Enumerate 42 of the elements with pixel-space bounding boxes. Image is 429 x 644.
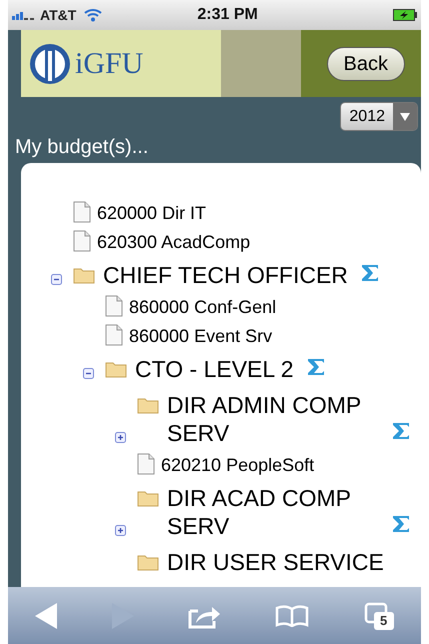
logo-text: iGFU bbox=[75, 46, 144, 82]
collapse-icon[interactable] bbox=[51, 274, 62, 285]
budget-item[interactable]: 620000 Dir IT bbox=[97, 201, 206, 226]
battery-icon bbox=[393, 9, 417, 21]
folder-label[interactable]: CTO - LEVEL 2 bbox=[135, 355, 294, 383]
section-heading: My budget(s)... bbox=[15, 135, 150, 160]
wifi-icon bbox=[84, 8, 102, 22]
expand-icon[interactable] bbox=[115, 525, 126, 536]
folder-label[interactable]: CHIEF TECH OFFICER bbox=[103, 261, 348, 289]
year-select[interactable]: 2012 bbox=[340, 102, 418, 131]
signal-icon bbox=[12, 10, 36, 20]
folder-icon bbox=[73, 266, 95, 284]
document-icon bbox=[105, 295, 123, 317]
clock-time: 2:31 PM bbox=[196, 5, 259, 25]
tab-count[interactable]: 5 bbox=[374, 612, 394, 630]
sigma-icon[interactable] bbox=[360, 263, 380, 283]
budget-item[interactable]: 620210 PeopleSoft bbox=[161, 453, 314, 478]
budget-item[interactable]: 860000 Conf-Genl bbox=[129, 295, 276, 320]
back-arrow-icon[interactable] bbox=[35, 602, 58, 628]
folder-label[interactable]: DIR USER SERVICE bbox=[167, 548, 384, 576]
logo-icon bbox=[29, 42, 71, 84]
folder-label[interactable]: DIR ADMIN COMP SERV bbox=[167, 391, 379, 447]
folder-icon bbox=[105, 360, 127, 378]
budget-item[interactable]: 620300 AcadComp bbox=[97, 230, 250, 255]
folder-icon bbox=[137, 396, 159, 414]
bookmarks-icon[interactable] bbox=[275, 604, 310, 626]
sigma-icon[interactable] bbox=[306, 357, 326, 377]
folder-icon bbox=[137, 553, 159, 571]
document-icon bbox=[73, 230, 91, 252]
document-icon bbox=[105, 324, 123, 346]
document-icon bbox=[73, 201, 91, 223]
document-icon bbox=[137, 453, 155, 475]
collapse-icon[interactable] bbox=[83, 368, 94, 379]
expand-icon[interactable] bbox=[115, 432, 126, 443]
folder-label[interactable]: DIR ACAD COMP SERV bbox=[167, 484, 379, 540]
back-button[interactable]: Back bbox=[326, 46, 405, 80]
sigma-icon[interactable] bbox=[391, 514, 411, 534]
folder-icon bbox=[137, 489, 159, 507]
sigma-icon[interactable] bbox=[391, 421, 411, 441]
budget-item[interactable]: 860000 Event Srv bbox=[129, 324, 272, 349]
dropdown-arrow-icon bbox=[400, 112, 410, 120]
carrier-name: AT&T bbox=[40, 6, 76, 24]
